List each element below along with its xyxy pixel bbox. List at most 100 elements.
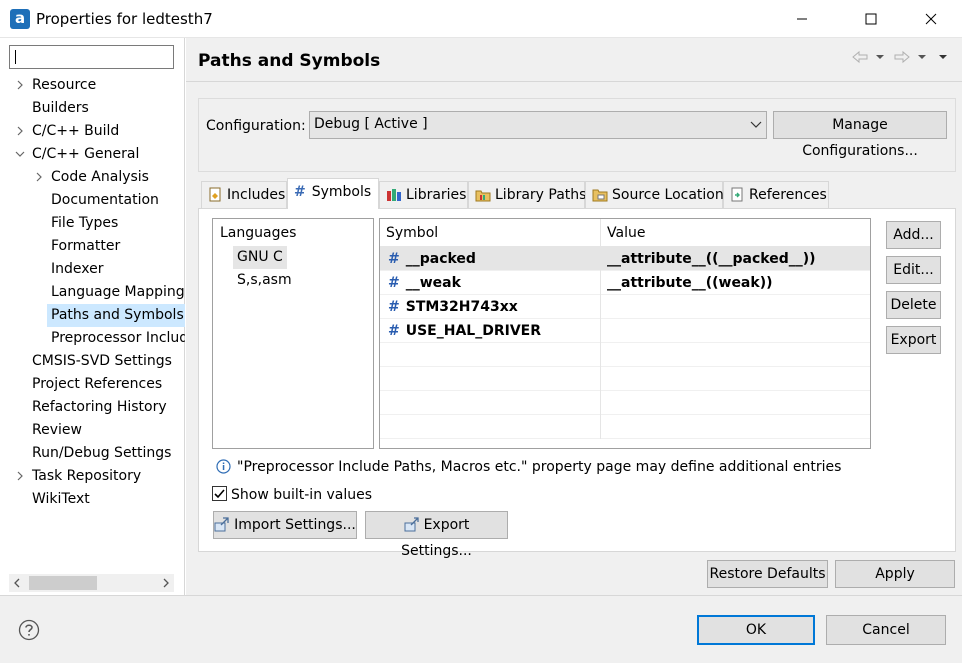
table-row[interactable]: # __weak __attribute__((weak)) xyxy=(380,271,870,295)
empty-table-row xyxy=(380,415,870,439)
edit-button[interactable]: Edit... xyxy=(886,256,941,284)
nav-item[interactable]: Indexer xyxy=(0,258,185,281)
nav-item[interactable]: Formatter xyxy=(0,235,185,258)
symbol-cell xyxy=(380,343,601,367)
maximize-icon xyxy=(865,13,877,25)
tab-includes[interactable]: Includes xyxy=(201,181,287,208)
chevron-right-icon[interactable] xyxy=(33,166,45,189)
chevron-right-icon[interactable] xyxy=(14,120,26,143)
chevron-right-icon[interactable] xyxy=(14,74,26,97)
nav-item-label: Indexer xyxy=(51,261,104,277)
tab-library-paths[interactable]: Library Paths xyxy=(468,181,587,208)
nav-item-label: CMSIS-SVD Settings xyxy=(32,353,172,369)
page-title: Paths and Symbols xyxy=(198,51,381,71)
info-message: "Preprocessor Include Paths, Macros etc.… xyxy=(216,459,841,475)
symbol-name: USE_HAL_DRIVER xyxy=(405,323,542,339)
nav-item-label: C/C++ General xyxy=(32,146,140,162)
nav-item[interactable]: Preprocessor Include Paths xyxy=(0,327,185,350)
show-builtin-row[interactable]: Show built-in values xyxy=(212,486,372,503)
scrollbar-thumb[interactable] xyxy=(29,576,97,590)
scroll-left-icon[interactable] xyxy=(12,577,22,589)
chevron-down-icon[interactable] xyxy=(14,143,26,166)
title-bar: a Properties for ledtesth7 xyxy=(0,0,962,38)
scroll-right-icon[interactable] xyxy=(161,577,171,589)
tab-source-location[interactable]: Source Location xyxy=(585,181,724,208)
back-menu-chevron-icon[interactable] xyxy=(875,53,885,61)
nav-item[interactable]: Project References xyxy=(0,373,185,396)
close-icon xyxy=(925,13,937,25)
nav-item[interactable]: File Types xyxy=(0,212,185,235)
info-text: "Preprocessor Include Paths, Macros etc.… xyxy=(237,459,842,475)
symbol-cell xyxy=(380,367,601,391)
table-row[interactable]: # USE_HAL_DRIVER xyxy=(380,319,870,343)
cancel-button[interactable]: Cancel xyxy=(826,615,946,645)
nav-item[interactable]: Review xyxy=(0,419,185,442)
apply-button[interactable]: Apply xyxy=(835,560,955,588)
manage-configurations-button[interactable]: Manage Configurations... xyxy=(773,111,947,159)
forward-menu-chevron-icon[interactable] xyxy=(917,53,927,61)
back-icon[interactable] xyxy=(851,50,869,64)
configuration-select[interactable]: Debug [ Active ] xyxy=(309,111,767,139)
chevron-down-icon xyxy=(750,121,762,129)
symbol-cell: # __weak xyxy=(380,271,601,295)
value-cell xyxy=(601,415,870,439)
maximize-button[interactable] xyxy=(848,0,894,38)
help-icon[interactable] xyxy=(18,619,40,641)
nav-item[interactable]: C/C++ General xyxy=(0,143,185,166)
nav-item[interactable]: Code Analysis xyxy=(0,166,185,189)
nav-item[interactable]: Refactoring History xyxy=(0,396,185,419)
nav-item[interactable]: Language Mappings xyxy=(0,281,185,304)
nav-item[interactable]: Task Repository xyxy=(0,465,185,488)
delete-button[interactable]: Delete xyxy=(886,291,941,319)
nav-item[interactable]: Paths and Symbols xyxy=(0,304,185,327)
nav-item[interactable]: C/C++ Build xyxy=(0,120,185,143)
filter-input[interactable] xyxy=(9,45,174,69)
tab-label: Includes xyxy=(227,187,286,203)
table-row[interactable]: # __packed __attribute__((__packed__)) xyxy=(380,247,870,271)
table-row[interactable]: # STM32H743xx xyxy=(380,295,870,319)
nav-item[interactable]: Resource xyxy=(0,74,185,97)
nav-item[interactable]: WikiText xyxy=(0,488,185,511)
app-icon: a xyxy=(10,9,30,29)
nav-item[interactable]: Run/Debug Settings xyxy=(0,442,185,465)
column-header-symbol[interactable]: Symbol xyxy=(380,219,601,246)
view-menu-icon[interactable] xyxy=(938,53,948,61)
library-paths-icon xyxy=(475,187,491,202)
empty-table-row xyxy=(380,343,870,367)
includes-icon xyxy=(208,187,223,202)
export-settings-button[interactable]: Export Settings... xyxy=(365,511,508,559)
nav-horizontal-scrollbar[interactable] xyxy=(9,574,174,592)
import-settings-button[interactable]: Import Settings... xyxy=(213,511,357,539)
nav-item[interactable]: CMSIS-SVD Settings xyxy=(0,350,185,373)
tab-libraries[interactable]: Libraries xyxy=(379,181,468,208)
nav-item-label: Documentation xyxy=(51,192,159,208)
nav-item-label: Refactoring History xyxy=(32,399,167,415)
chevron-right-icon[interactable] xyxy=(14,465,26,488)
import-settings-label: Import Settings... xyxy=(234,517,356,533)
symbol-cell: # USE_HAL_DRIVER xyxy=(380,319,601,343)
nav-item-label: Code Analysis xyxy=(51,169,149,185)
symbol-value: __attribute__((__packed__)) xyxy=(607,251,816,267)
column-header-value[interactable]: Value xyxy=(601,219,870,246)
ok-button[interactable]: OK xyxy=(697,615,815,645)
export-button[interactable]: Export xyxy=(886,326,941,354)
nav-item-label: File Types xyxy=(51,215,119,231)
languages-list[interactable]: Languages GNU C S,s,asm xyxy=(212,218,374,449)
tab-references[interactable]: References xyxy=(723,181,829,208)
nav-item[interactable]: Builders xyxy=(0,97,185,120)
restore-defaults-button[interactable]: Restore Defaults xyxy=(707,560,828,588)
show-builtin-checkbox[interactable] xyxy=(212,486,227,501)
forward-icon[interactable] xyxy=(893,50,911,64)
references-icon xyxy=(730,187,745,202)
add-button[interactable]: Add... xyxy=(886,221,941,249)
language-item-gnu-c[interactable]: GNU C xyxy=(233,246,287,269)
minimize-button[interactable] xyxy=(779,0,825,38)
tab-symbols[interactable]: # Symbols xyxy=(287,178,379,209)
symbols-table[interactable]: Symbol Value # __packed __attribute__((__p… xyxy=(379,218,871,449)
tab-label: Library Paths xyxy=(495,187,587,203)
nav-item[interactable]: Documentation xyxy=(0,189,185,212)
language-item-asm[interactable]: S,s,asm xyxy=(237,269,292,292)
close-button[interactable] xyxy=(908,0,954,38)
libraries-icon xyxy=(386,187,402,202)
symbol-cell xyxy=(380,415,601,439)
